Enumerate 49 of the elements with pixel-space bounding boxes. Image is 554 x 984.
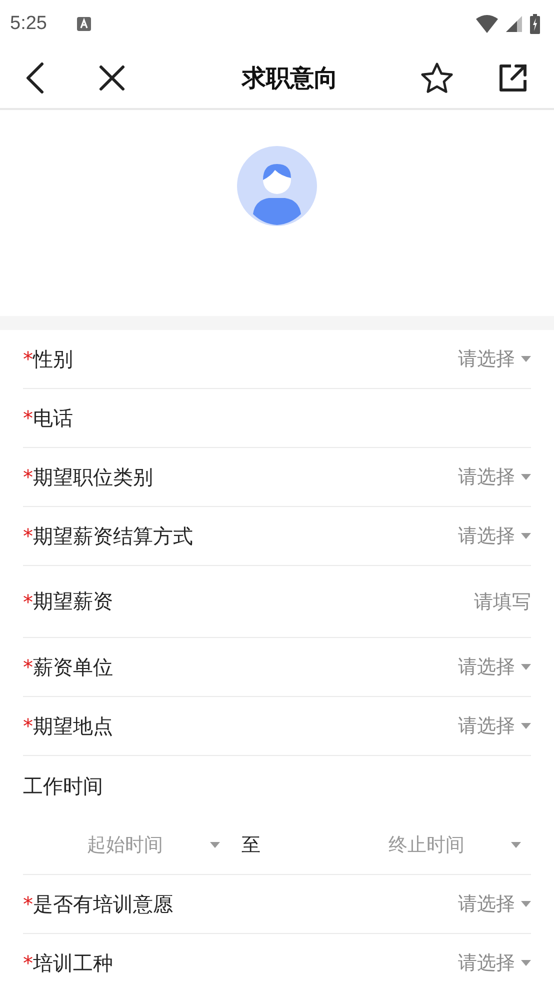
field-label: 期望职位类别 (33, 464, 153, 490)
start-time-select[interactable]: 起始时间 (23, 832, 220, 858)
required-mark: * (23, 655, 33, 679)
required-mark: * (23, 465, 33, 489)
page-title: 求职意向 (240, 63, 339, 94)
field-label: 工作时间 (23, 772, 103, 800)
back-icon (24, 62, 46, 94)
field-label: 培训工种 (33, 950, 113, 976)
status-time: 5:25 (10, 13, 47, 35)
range-separator: 至 (242, 833, 260, 858)
wifi-icon (476, 15, 498, 33)
required-mark: * (23, 347, 33, 371)
select-field[interactable]: 请选择 (458, 523, 531, 549)
caret-icon (210, 842, 220, 848)
required-mark: * (23, 892, 33, 916)
close-icon (98, 64, 126, 92)
field-label: 电话 (33, 404, 73, 432)
caret-icon (521, 664, 531, 670)
notification-icon (76, 17, 91, 31)
required-mark: * (23, 714, 33, 738)
caret-icon (521, 533, 531, 539)
select-field[interactable]: 请选择 (458, 891, 531, 917)
caret-icon (521, 356, 531, 362)
caret-icon (521, 723, 531, 729)
share-icon (498, 63, 528, 93)
required-mark: * (23, 951, 33, 975)
select-field[interactable]: 请选择 (458, 950, 531, 976)
select-field[interactable]: 请选择 (458, 464, 531, 490)
field-label: 薪资单位 (33, 654, 113, 680)
field-label: 期望薪资 (33, 588, 113, 615)
caret-icon (521, 474, 531, 480)
star-icon (420, 62, 454, 94)
caret-icon (521, 960, 531, 966)
avatar-icon[interactable] (237, 146, 317, 226)
end-time-select[interactable]: 终止时间 (298, 832, 521, 858)
field-label: 期望地点 (33, 712, 113, 740)
battery-icon (530, 14, 540, 34)
required-mark: * (23, 524, 33, 548)
caret-icon (511, 842, 521, 848)
field-label: 性别 (33, 346, 73, 372)
select-field[interactable]: 请选择 (458, 346, 531, 372)
select-field[interactable]: 请选择 (458, 654, 531, 680)
select-field[interactable]: 请选择 (458, 713, 531, 739)
field-label: 期望薪资结算方式 (33, 522, 193, 550)
signal-icon (506, 16, 522, 32)
field-label: 是否有培训意愿 (33, 890, 173, 918)
required-mark: * (23, 590, 33, 614)
caret-icon (521, 901, 531, 907)
required-mark: * (23, 406, 33, 430)
